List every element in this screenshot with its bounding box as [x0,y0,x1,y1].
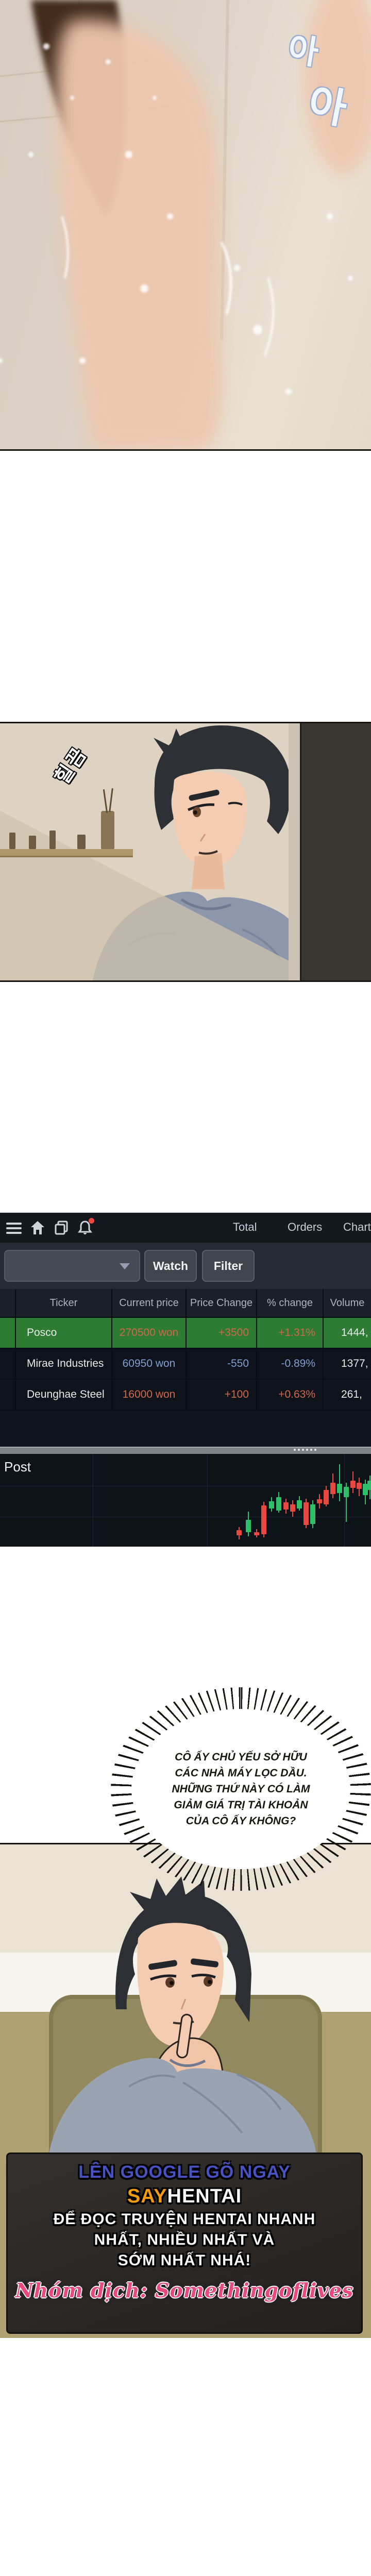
notification-dot [89,1218,94,1224]
translator-credit: Nhóm dịch: Somethingoflives [15,2279,353,2302]
shelf-figurine [29,836,36,849]
home-icon[interactable] [30,1220,45,1235]
tab-chart[interactable]: Chart [343,1221,371,1234]
ad-brand-prefix: SAY [127,2185,167,2207]
speech-bubble: CÔ ẤY CHỦ YẾU SỞ HỮU CÁC NHÀ MÁY LỌC DẦU… [111,1687,371,1891]
watch-button[interactable]: Watch [144,1250,197,1282]
table-row-posco[interactable]: Posco 270500 won +3500 +1.31% 1444, [0,1318,371,1349]
col-ticker: Ticker [15,1289,111,1318]
bubble-body: CÔ ẤY CHỦ YẾU SỞ HỮU CÁC NHÀ MÁY LỌC DẦU… [131,1709,350,1869]
post-label[interactable]: Post [4,1459,31,1475]
col-volume: Volume [323,1289,371,1318]
webtoon-page: 아 아 힐끔 [0,0,371,2576]
bubble-line: NHỮNG THỨ NÀY CÓ LÀM [172,1781,310,1797]
bubble-line: CÁC NHÀ MÁY LỌC DẦU. [175,1765,307,1781]
shelf [0,849,133,856]
ad-line-5: SỚM NHẤT NHÁ! [118,2252,251,2269]
col-change: Price Change [185,1289,256,1318]
man-thinking-art [0,1844,371,2154]
panel-shower-scene: 아 아 [0,0,371,451]
candlestick-chart: Post [0,1454,371,1547]
app-toolbar: Watch Filter [0,1243,371,1289]
stock-table: Ticker Current price Price Change % chan… [0,1289,371,1411]
ad-line-3: ĐỂ ĐỌC TRUYỆN HENTAI NHANH [54,2211,316,2228]
table-row-mirae[interactable]: Mirae Industries 60950 won -550 -0.89% 1… [0,1349,371,1380]
tab-orders[interactable]: Orders [288,1221,322,1234]
menu-icon[interactable] [6,1220,22,1235]
bubble-line: CÔ ẤY CHỦ YẾU SỞ HỮU [175,1749,307,1765]
monitor-back [300,723,371,980]
bell-icon[interactable] [77,1220,93,1235]
shelf-figurine [49,831,56,849]
ad-line-4: NHẤT, NHIỀU NHẤT VÀ [94,2231,275,2249]
table-header-row: Ticker Current price Price Change % chan… [0,1289,371,1318]
bubble-line: GIẢM GIÁ TRỊ TÀI KHOẢN [174,1797,308,1813]
col-pct: % change [256,1289,323,1318]
app-topbar: Total Orders Chart [0,1213,371,1243]
shelf-vase [101,811,114,849]
monitor-edge-highlight [289,723,300,980]
ad-line-1: LÊN GOOGLE GÕ NGAY [78,2162,291,2182]
shelf-figurine [77,835,86,849]
filter-button[interactable]: Filter [202,1250,255,1282]
splitter-grip-dots[interactable] [294,1449,316,1451]
tab-total[interactable]: Total [233,1221,257,1234]
shelf-figurine [9,833,15,849]
pages-icon[interactable] [54,1220,69,1235]
panel-man-thinking: LÊN GOOGLE GÕ NGAY SAYHENTAI ĐỂ ĐỌC TRUY… [0,1843,371,2338]
figure-abstract-blur [56,20,222,449]
translator-ad-overlay: LÊN GOOGLE GÕ NGAY SAYHENTAI ĐỂ ĐỌC TRUY… [6,2153,363,2334]
table-row-deunghae[interactable]: Deunghae Steel 16000 won +100 +0.63% 261… [0,1380,371,1411]
stock-app-screenshot: Total Orders Chart Watch Filter Ticker C… [0,1212,371,1547]
ad-brand: SAYHENTAI [127,2185,242,2208]
col-flag [0,1289,15,1318]
col-price: Current price [111,1289,185,1318]
chevron-down-icon [120,1263,130,1269]
panel-man-glance: 힐끔 [0,722,371,982]
watchlist-dropdown[interactable] [4,1250,140,1282]
bubble-line: CỦA CÔ ẤY KHÔNG? [186,1813,296,1829]
ad-brand-suffix: HENTAI [167,2185,242,2207]
